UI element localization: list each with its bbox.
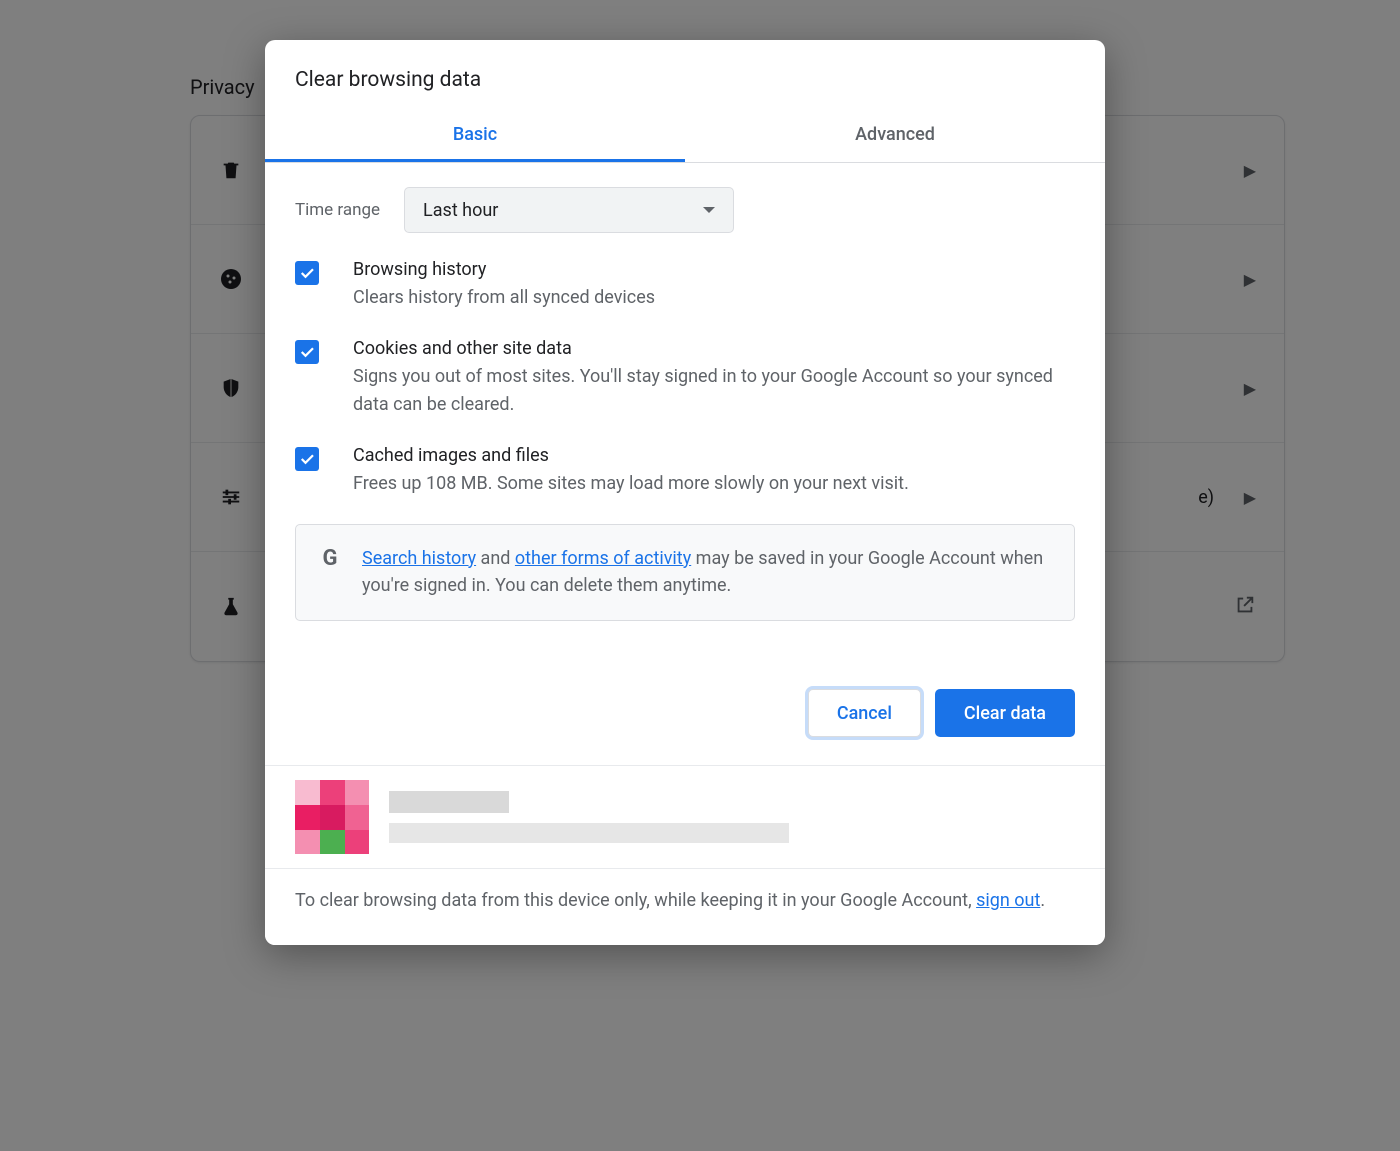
google-account-info: G Search history and other forms of acti… bbox=[295, 524, 1075, 622]
tab-advanced[interactable]: Advanced bbox=[685, 110, 1105, 162]
account-redacted bbox=[389, 791, 789, 843]
account-info bbox=[265, 766, 1105, 868]
checkbox-cache[interactable] bbox=[295, 447, 319, 471]
tab-basic[interactable]: Basic bbox=[265, 110, 685, 162]
item-desc: Signs you out of most sites. You'll stay… bbox=[353, 363, 1075, 419]
time-range-select[interactable]: Last hour bbox=[404, 187, 734, 233]
link-search-history[interactable]: Search history bbox=[362, 548, 476, 569]
chevron-down-icon bbox=[703, 207, 715, 213]
google-icon: G bbox=[318, 547, 342, 571]
checkbox-browsing-history[interactable] bbox=[295, 261, 319, 285]
dialog-tabs: Basic Advanced bbox=[265, 110, 1105, 163]
link-sign-out[interactable]: sign out bbox=[976, 890, 1040, 911]
info-text: Search history and other forms of activi… bbox=[362, 545, 1052, 601]
link-other-activity[interactable]: other forms of activity bbox=[515, 548, 691, 569]
time-range-value: Last hour bbox=[423, 200, 498, 221]
avatar bbox=[295, 780, 369, 854]
signout-hint: To clear browsing data from this device … bbox=[265, 868, 1105, 945]
time-range-label: Time range bbox=[295, 200, 380, 220]
item-title: Browsing history bbox=[353, 259, 655, 280]
checkbox-cookies[interactable] bbox=[295, 340, 319, 364]
item-title: Cached images and files bbox=[353, 445, 909, 466]
cancel-button[interactable]: Cancel bbox=[808, 689, 921, 737]
dialog-title: Clear browsing data bbox=[265, 40, 1105, 110]
item-title: Cookies and other site data bbox=[353, 338, 1075, 359]
item-desc: Frees up 108 MB. Some sites may load mor… bbox=[353, 470, 909, 498]
clear-data-button[interactable]: Clear data bbox=[935, 689, 1075, 737]
item-desc: Clears history from all synced devices bbox=[353, 284, 655, 312]
clear-browsing-data-dialog: Clear browsing data Basic Advanced Time … bbox=[265, 40, 1105, 945]
